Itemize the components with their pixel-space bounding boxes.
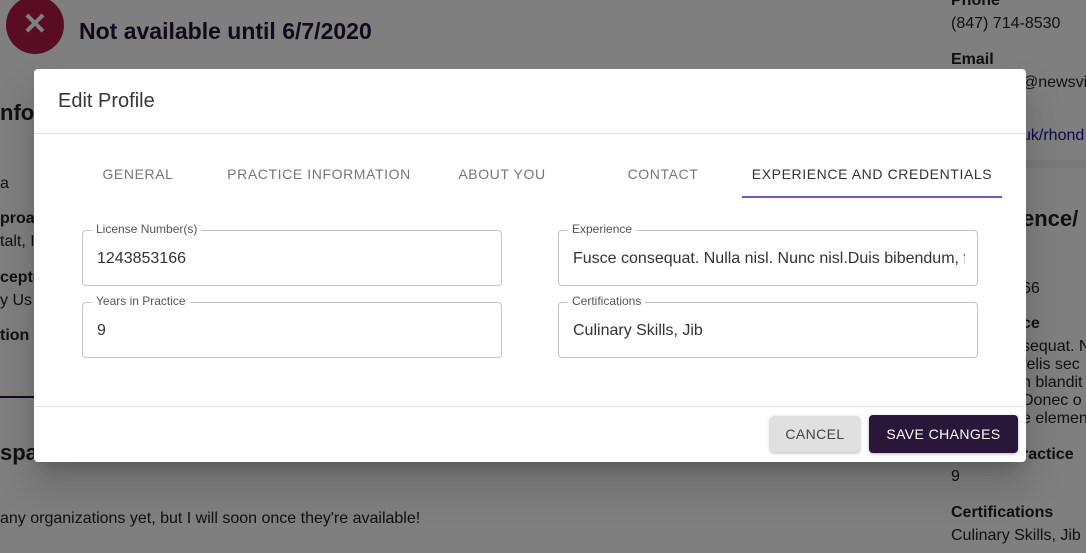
license-number-label: License Number(s) (92, 222, 202, 236)
certifications-field: Certifications (558, 294, 978, 358)
tab-general[interactable]: GENERAL (98, 157, 178, 199)
tab-contact[interactable]: CONTACT (618, 157, 708, 199)
dialog-title: Edit Profile (58, 90, 155, 112)
years-in-practice-field: Years in Practice (82, 294, 502, 358)
active-tab-indicator (742, 196, 1002, 198)
years-in-practice-input[interactable] (97, 322, 489, 340)
save-changes-button[interactable]: SAVE CHANGES (869, 415, 1018, 453)
certifications-input[interactable] (573, 322, 965, 340)
edit-profile-dialog: Edit Profile GENERAL PRACTICE INFORMATIO… (34, 69, 1026, 462)
profile-tabs: GENERAL PRACTICE INFORMATION ABOUT YOU C… (98, 157, 1006, 199)
experience-field: Experience (558, 222, 978, 286)
tab-practice-information[interactable]: PRACTICE INFORMATION (224, 157, 414, 199)
tab-experience-and-credentials[interactable]: EXPERIENCE AND CREDENTIALS (742, 157, 1002, 199)
experience-label: Experience (568, 222, 637, 236)
license-number-field: License Number(s) (82, 222, 502, 286)
title-divider (34, 133, 1026, 134)
experience-input[interactable] (573, 250, 965, 268)
license-number-input[interactable] (97, 250, 489, 268)
cancel-button[interactable]: CANCEL (770, 416, 860, 452)
actions-divider (34, 406, 1026, 407)
years-in-practice-label: Years in Practice (92, 294, 190, 308)
certifications-label: Certifications (568, 294, 646, 308)
tab-about-you[interactable]: ABOUT YOU (452, 157, 552, 199)
